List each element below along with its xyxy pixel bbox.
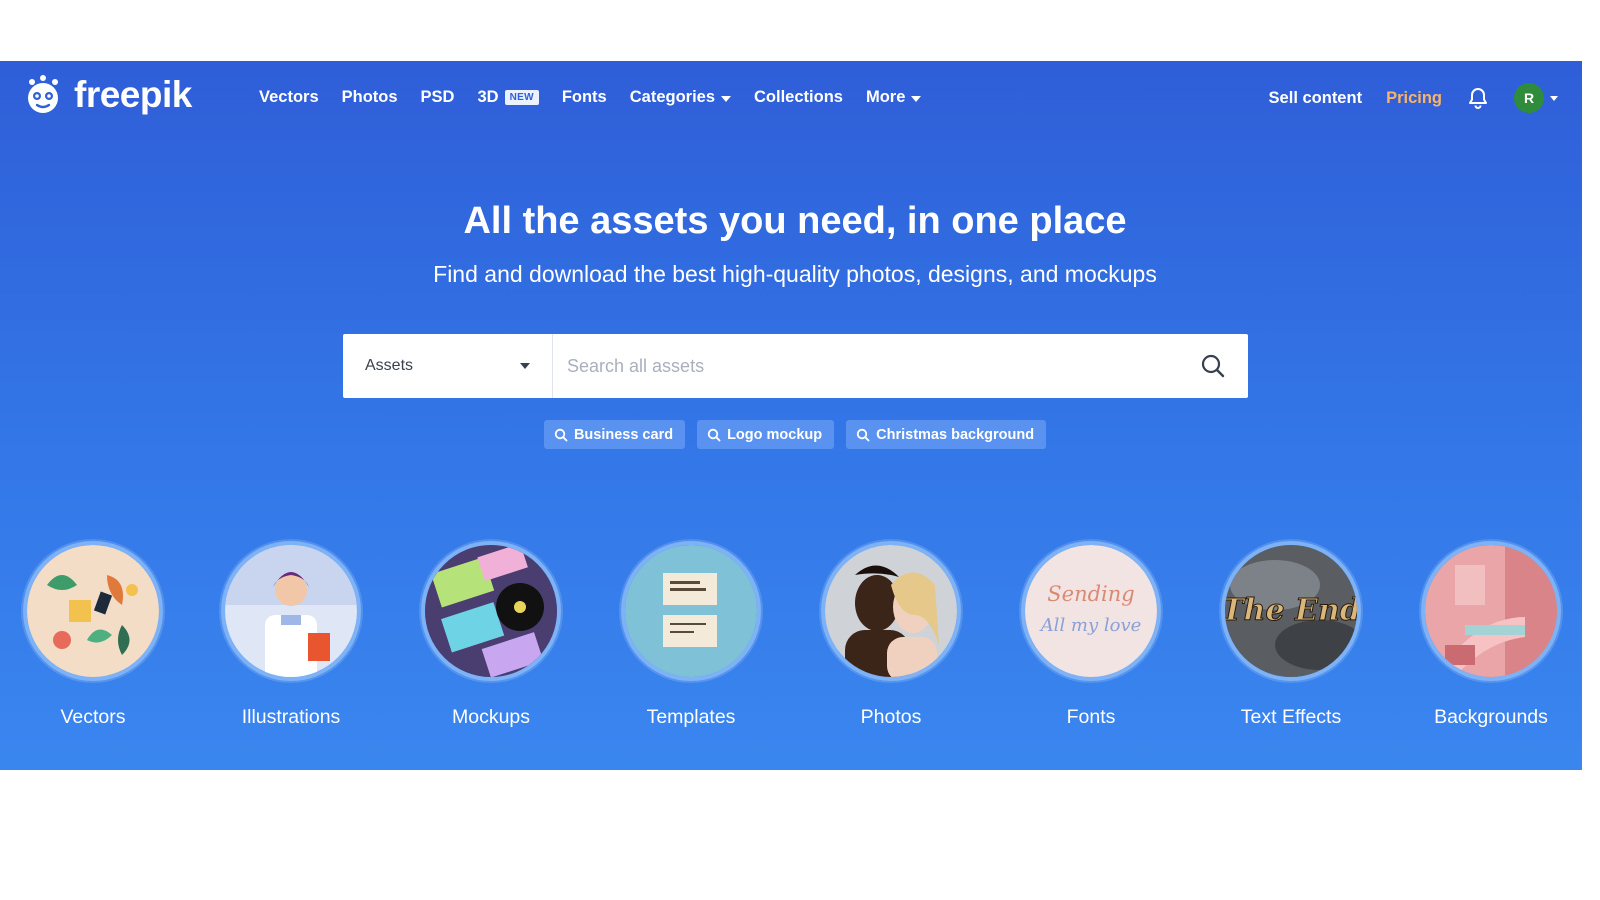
category-text-effects[interactable]: The End Text Effects — [1206, 541, 1376, 729]
freepik-logo-icon — [28, 75, 58, 113]
nav-3d[interactable]: 3D NEW — [477, 88, 539, 107]
chevron-down-icon — [721, 96, 732, 102]
photos-thumbnail — [821, 541, 961, 681]
nav-photos[interactable]: Photos — [342, 88, 398, 107]
nav-collections[interactable]: Collections — [754, 88, 843, 107]
category-label: Mockups — [451, 706, 531, 728]
search-button[interactable] — [1178, 334, 1248, 398]
header-actions: Sell content Pricing R — [1269, 83, 1558, 113]
new-badge: NEW — [504, 90, 539, 105]
backgrounds-thumbnail — [1421, 541, 1561, 681]
search-icon — [554, 428, 568, 441]
category-fonts[interactable]: Sending All my love Fonts — [1006, 541, 1176, 729]
nav-categories-label: Categories — [629, 88, 716, 106]
search-icon — [1201, 354, 1225, 378]
page-title: All the assets you need, in one place — [463, 200, 1127, 242]
category-label: Templates — [646, 706, 736, 728]
suggestion-label: Logo mockup — [727, 426, 823, 443]
freepik-home-page: freepik Vectors Photos PSD 3D NEW Fonts … — [0, 61, 1582, 770]
nav-categories[interactable]: Categories — [629, 88, 732, 107]
fonts-sample-line2: All my love — [1039, 615, 1142, 636]
search-bar: Assets — [343, 334, 1248, 398]
category-templates[interactable]: Templates — [606, 541, 776, 729]
user-menu[interactable]: R — [1514, 83, 1558, 113]
illustrations-thumbnail — [221, 541, 361, 681]
suggestion-chip[interactable]: Business card — [543, 420, 686, 449]
category-label: Backgrounds — [1434, 706, 1548, 728]
nav-3d-label: 3D — [477, 88, 499, 106]
bell-icon[interactable] — [1466, 86, 1490, 110]
category-illustrations[interactable]: Illustrations — [206, 541, 376, 729]
chevron-down-icon — [520, 363, 530, 369]
suggestion-label: Christmas background — [876, 426, 1035, 443]
category-vectors[interactable]: Vectors — [8, 541, 178, 729]
category-label: Photos — [860, 706, 922, 728]
category-label: Vectors — [60, 706, 126, 728]
avatar: R — [1514, 83, 1544, 113]
nav-psd[interactable]: PSD — [421, 88, 455, 107]
text-effects-sample: The End — [1225, 593, 1357, 628]
search-suggestions: Business card Logo mockup Christmas back… — [0, 420, 1590, 449]
category-photos[interactable]: Photos — [806, 541, 976, 729]
nav-more[interactable]: More — [865, 88, 922, 107]
freepik-logo[interactable]: freepik — [22, 73, 192, 117]
suggestion-chip[interactable]: Christmas background — [846, 420, 1047, 449]
category-label: Fonts — [1066, 706, 1116, 728]
category-label: Text Effects — [1240, 706, 1342, 728]
pricing-link[interactable]: Pricing — [1386, 89, 1442, 108]
nav-fonts[interactable]: Fonts — [562, 88, 607, 107]
main-nav: Vectors Photos PSD 3D NEW Fonts Categori… — [259, 88, 922, 107]
mockups-thumbnail — [421, 541, 561, 681]
search-input[interactable] — [553, 334, 1178, 398]
category-backgrounds[interactable]: Backgrounds — [1406, 541, 1576, 729]
category-mockups[interactable]: Mockups — [406, 541, 576, 729]
brand-name: freepik — [74, 74, 192, 115]
nav-vectors[interactable]: Vectors — [259, 88, 319, 107]
search-icon — [707, 428, 721, 441]
chevron-down-icon — [911, 96, 922, 102]
text-effects-thumbnail: The End — [1221, 541, 1361, 681]
chevron-down-icon — [1550, 95, 1558, 101]
suggestion-chip[interactable]: Logo mockup — [697, 420, 835, 449]
nav-more-label: More — [865, 88, 906, 106]
fonts-thumbnail: Sending All my love — [1021, 541, 1161, 681]
page-subtitle: Find and download the best high-quality … — [433, 261, 1157, 287]
sell-content-link[interactable]: Sell content — [1269, 89, 1363, 108]
asset-type-selected: Assets — [365, 357, 414, 374]
fonts-sample-line1: Sending — [1047, 582, 1134, 606]
suggestion-label: Business card — [573, 426, 674, 443]
asset-type-select[interactable]: Assets — [343, 334, 553, 398]
vectors-thumbnail — [23, 541, 163, 681]
search-icon — [856, 428, 870, 441]
top-navigation-bar: freepik Vectors Photos PSD 3D NEW Fonts … — [0, 61, 1582, 139]
templates-thumbnail — [621, 541, 761, 681]
category-label: Illustrations — [241, 706, 341, 728]
